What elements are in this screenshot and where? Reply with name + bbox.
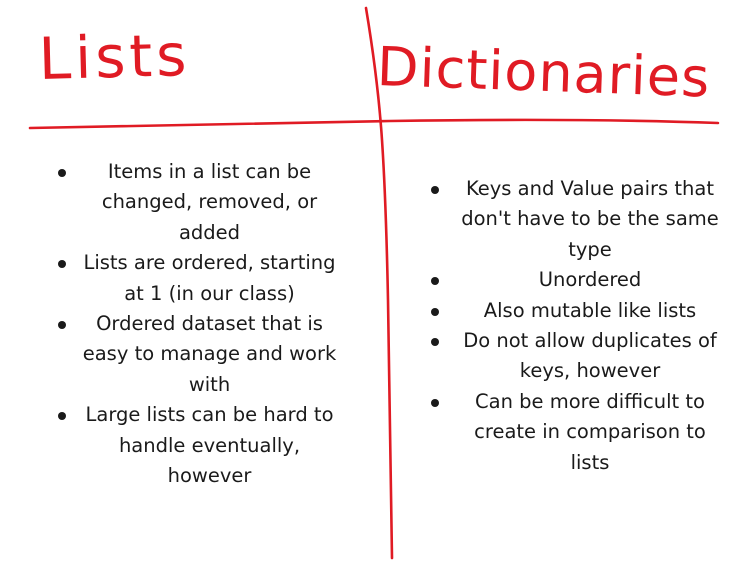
- list-item-text: Items in a list can be changed, removed,…: [101, 160, 318, 244]
- list-item-text: Ordered dataset that is easy to manage a…: [82, 312, 337, 396]
- list-item: Items in a list can be changed, removed,…: [52, 157, 337, 248]
- list-item-text: Unordered: [538, 268, 642, 292]
- bullet-icon: [431, 186, 439, 194]
- list-item-text: Do not allow duplicates of keys, however: [463, 329, 717, 383]
- horizontal-divider-line: [28, 118, 720, 130]
- list-item-text: Also mutable like lists: [483, 298, 697, 322]
- bullet-icon: [431, 398, 439, 407]
- dictionaries-column: Keys and Value pairs that don't have to …: [425, 174, 725, 478]
- list-item-text: Can be more difficult to create in compa…: [474, 389, 706, 474]
- bullet-icon: [58, 321, 66, 330]
- bullet-icon: [431, 277, 439, 286]
- dictionaries-heading: Dictionaries: [375, 35, 712, 110]
- list-item: Keys and Value pairs that don't have to …: [425, 174, 725, 265]
- list-item: Do not allow duplicates of keys, however: [425, 326, 725, 387]
- list-item: Ordered dataset that is easy to manage a…: [52, 309, 337, 400]
- list-item: Large lists can be hard to handle eventu…: [52, 400, 337, 491]
- bullet-icon: [58, 260, 66, 269]
- list-item-text: Large lists can be hard to handle eventu…: [85, 403, 334, 488]
- list-item: Also mutable like lists: [425, 296, 725, 326]
- bullet-icon: [58, 169, 66, 177]
- page: { "headings": { "lists": "Lists", "dicti…: [0, 0, 753, 564]
- bullet-icon: [431, 307, 439, 316]
- lists-column: Items in a list can be changed, removed,…: [52, 157, 337, 491]
- bullet-icon: [58, 412, 66, 421]
- list-item-text: Lists are ordered, starting at 1 (in our…: [83, 251, 336, 305]
- list-item-text: Keys and Value pairs that don't have to …: [461, 177, 719, 261]
- bullet-icon: [431, 338, 439, 347]
- lists-heading: Lists: [37, 21, 192, 93]
- list-item: Lists are ordered, starting at 1 (in our…: [52, 248, 337, 309]
- list-item: Can be more difficult to create in compa…: [425, 387, 725, 478]
- list-item: Unordered: [425, 265, 725, 295]
